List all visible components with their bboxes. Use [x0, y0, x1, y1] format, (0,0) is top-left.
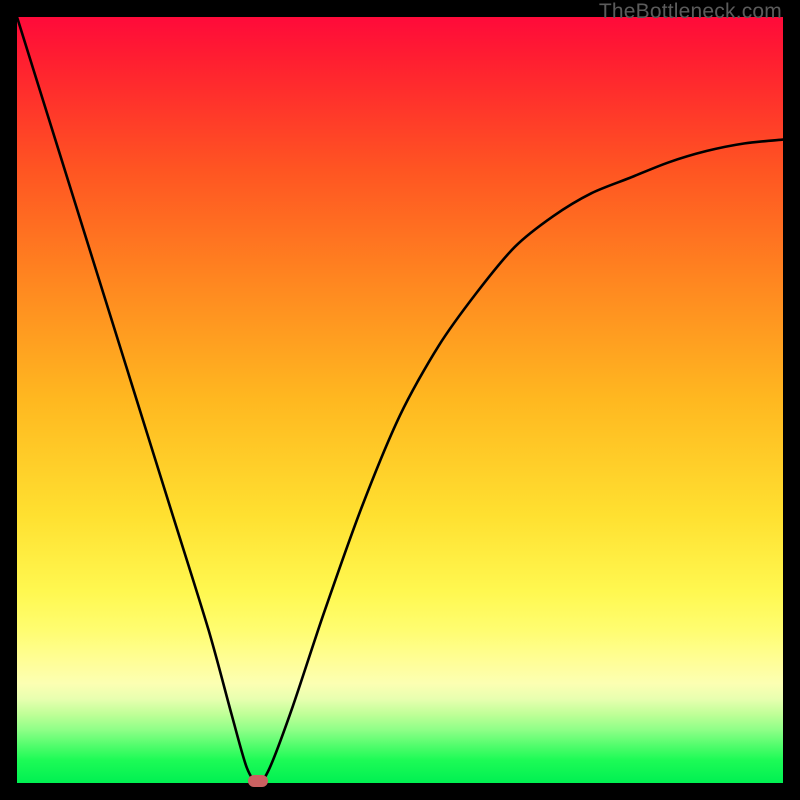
watermark-text: TheBottleneck.com	[599, 0, 782, 24]
curve-svg	[17, 17, 783, 783]
optimal-point-marker	[248, 775, 268, 787]
bottleneck-curve	[17, 17, 783, 783]
